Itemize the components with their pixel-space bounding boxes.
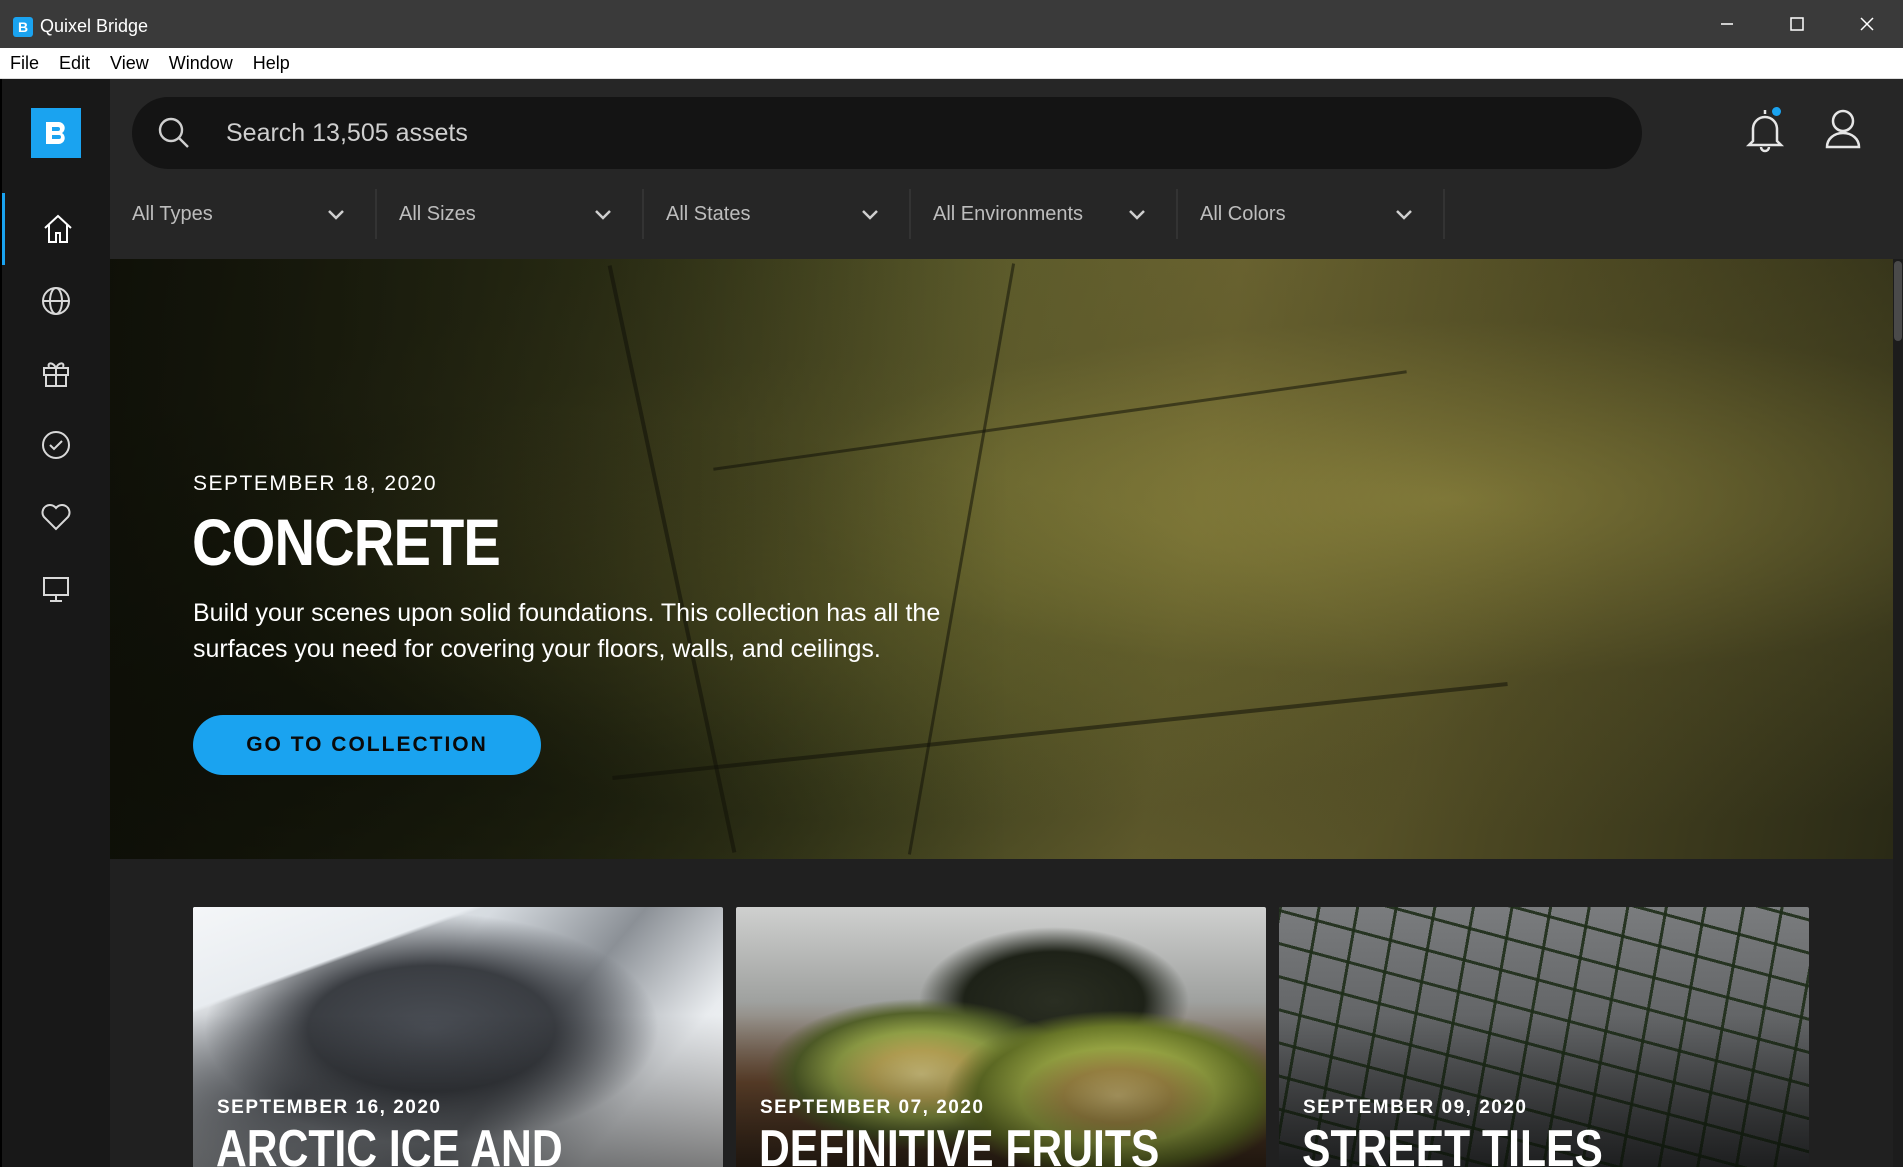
collection-card[interactable]: SEPTEMBER 07, 2020 DEFINITIVE FRUITS [736, 907, 1266, 1167]
search-bar [132, 97, 1642, 169]
notification-badge [1772, 107, 1781, 116]
hero-description: Build your scenes upon solid foundations… [193, 599, 941, 663]
bridge-logo-icon [46, 122, 65, 144]
card-date: SEPTEMBER 09, 2020 [1303, 1097, 1528, 1118]
collection-cards: SEPTEMBER 16, 2020 ARCTIC ICE AND SEPTEM… [193, 907, 1813, 1167]
filter-label: All Colors [1200, 203, 1286, 225]
go-to-collection-button[interactable]: GO TO COLLECTION [193, 715, 541, 775]
hero-title: CONCRETE [192, 505, 501, 579]
sidebar-item-home[interactable] [2, 193, 110, 265]
filter-types[interactable]: All Types [110, 189, 377, 239]
search-icon[interactable] [156, 115, 192, 156]
filter-colors[interactable]: All Colors [1178, 189, 1445, 239]
sidebar-item-local[interactable] [2, 553, 110, 625]
hero-banner: SEPTEMBER 18, 2020 CONCRETE Build your s… [110, 259, 1893, 859]
maximize-icon [1790, 17, 1804, 31]
filter-label: All Sizes [399, 203, 476, 225]
globe-icon [42, 287, 70, 315]
card-title: ARCTIC ICE AND [216, 1120, 563, 1167]
menu-window[interactable]: Window [169, 53, 233, 74]
app-logo-icon: B [13, 17, 33, 37]
chevron-down-icon [594, 205, 612, 228]
filter-sizes[interactable]: All Sizes [377, 189, 644, 239]
sidebar-item-free[interactable] [2, 337, 110, 409]
collection-card[interactable]: SEPTEMBER 16, 2020 ARCTIC ICE AND [193, 907, 723, 1167]
window-titlebar: B Quixel Bridge [0, 0, 1903, 48]
chevron-down-icon [1395, 205, 1413, 228]
card-date: SEPTEMBER 07, 2020 [760, 1097, 985, 1118]
heart-icon [41, 504, 71, 531]
card-date: SEPTEMBER 16, 2020 [217, 1097, 442, 1118]
chevron-down-icon [861, 205, 879, 228]
bridge-logo[interactable] [31, 108, 81, 158]
collection-card[interactable]: SEPTEMBER 09, 2020 STREET TILES [1279, 907, 1809, 1167]
scrollbar-thumb[interactable] [1894, 261, 1902, 341]
top-bar: All Types All Sizes All States All Envir… [110, 79, 1903, 259]
hero-date: SEPTEMBER 18, 2020 [193, 472, 438, 495]
home-icon [43, 214, 72, 243]
monitor-icon [43, 577, 69, 602]
filter-states[interactable]: All States [644, 189, 911, 239]
filter-bar: All Types All Sizes All States All Envir… [110, 189, 1445, 239]
card-title: DEFINITIVE FRUITS [759, 1120, 1160, 1167]
main-content: SEPTEMBER 18, 2020 CONCRETE Build your s… [110, 259, 1893, 1167]
minimize-button[interactable] [1692, 0, 1762, 48]
window-title: Quixel Bridge [40, 16, 149, 36]
filter-environments[interactable]: All Environments [911, 189, 1178, 239]
account-button[interactable] [1823, 107, 1863, 156]
check-circle-icon [42, 431, 70, 459]
search-input[interactable] [226, 111, 1606, 155]
filter-label: All Types [132, 203, 213, 225]
card-title: STREET TILES [1302, 1120, 1603, 1167]
menu-bar: File Edit View Window Help [0, 48, 1903, 79]
filter-label: All States [666, 203, 751, 225]
sidebar-item-downloaded[interactable] [2, 409, 110, 481]
gift-icon [43, 362, 69, 387]
notifications-button[interactable] [1743, 105, 1787, 155]
maximize-button[interactable] [1762, 0, 1832, 48]
menu-file[interactable]: File [10, 53, 39, 74]
sidebar-item-browse[interactable] [2, 265, 110, 337]
scrollbar[interactable] [1893, 259, 1903, 1167]
sidebar [0, 79, 110, 1167]
menu-edit[interactable]: Edit [59, 53, 90, 74]
sidebar-item-favorites[interactable] [2, 481, 110, 553]
chevron-down-icon [327, 205, 345, 228]
close-button[interactable] [1832, 0, 1902, 48]
minimize-icon [1721, 23, 1733, 25]
filter-label: All Environments [933, 203, 1084, 225]
menu-view[interactable]: View [110, 53, 149, 74]
close-icon [1860, 17, 1874, 31]
menu-help[interactable]: Help [253, 53, 290, 74]
chevron-down-icon [1128, 205, 1146, 228]
user-icon [1825, 109, 1861, 149]
